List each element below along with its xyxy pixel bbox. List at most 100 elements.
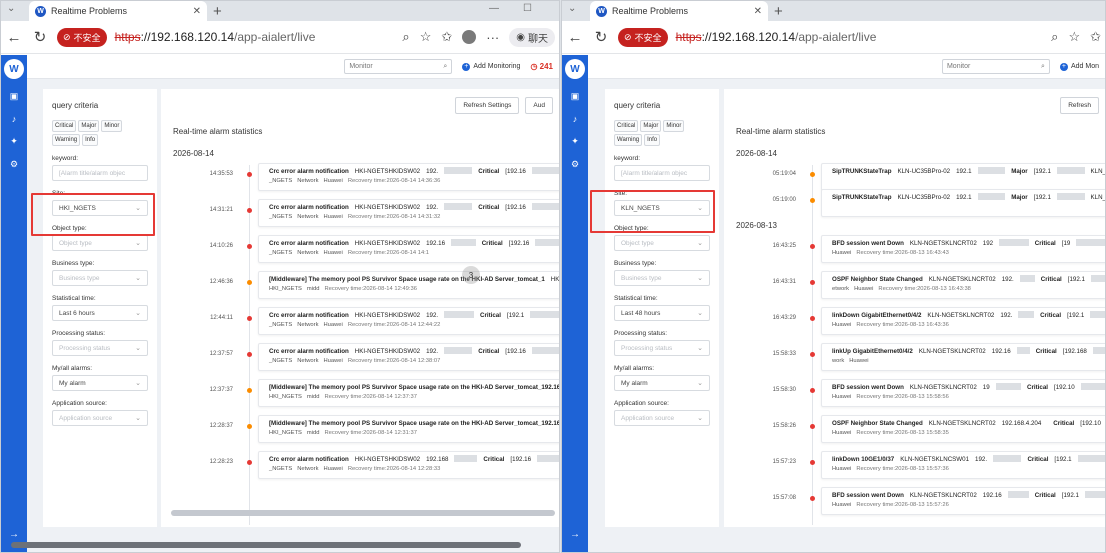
- tab-close-icon[interactable]: ✕: [754, 6, 762, 17]
- severity-warning-chip[interactable]: Warning: [614, 134, 643, 146]
- alarm-event-row[interactable]: 15:57:23 linkDown 10GE1/0/37 KLN-NGETSKLNC…: [724, 451, 1105, 480]
- tab-list-icon[interactable]: ⌄: [7, 3, 15, 14]
- refresh-button[interactable]: Refresh: [1060, 97, 1099, 114]
- alarm-event-row[interactable]: 05:19:04 SipTRUNKStateTrap KLN-UC35BPro-02…: [724, 163, 1105, 192]
- alarm-card[interactable]: [Middleware] The memory pool PS Survivor…: [258, 415, 559, 443]
- horizontal-scrollbar[interactable]: [171, 510, 555, 516]
- nav-alarm-bell-icon[interactable]: ♪: [12, 114, 17, 124]
- object-type-select[interactable]: Object type ⌄: [52, 235, 148, 251]
- new-tab-icon[interactable]: +: [774, 3, 783, 20]
- alarm-card[interactable]: linkDown GigabitEthernet0/4/2 KLN-NGETSKL…: [821, 307, 1105, 335]
- keyword-input[interactable]: [Alarm title/alarm objec: [52, 165, 148, 181]
- alarm-event-row[interactable]: 14:35:53 Crc error alarm notification HKI-…: [161, 163, 559, 192]
- alarm-card[interactable]: Crc error alarm notification HKI-NGETSHKI…: [258, 343, 559, 371]
- alarm-card[interactable]: Crc error alarm notification HKI-NGETSHKI…: [258, 307, 559, 335]
- alarm-event-row[interactable]: 16:43:25 BFD session went Down KLN-NGETSKL…: [724, 235, 1105, 264]
- not-secure-badge[interactable]: ⊘ 不安全: [57, 27, 107, 47]
- url-field[interactable]: https://192.168.120.14/app-aialert/live: [676, 30, 877, 44]
- severity-minor-chip[interactable]: Minor: [101, 120, 123, 132]
- new-tab-icon[interactable]: +: [213, 3, 222, 20]
- favorites-icon[interactable]: ✩: [441, 29, 452, 45]
- severity-critical-chip[interactable]: Critical: [52, 120, 77, 132]
- nav-gear-icon[interactable]: ⚙: [571, 159, 579, 170]
- alarm-event-row[interactable]: 12:37:37 [Middleware] The memory pool PS …: [161, 379, 559, 408]
- favorite-star-icon[interactable]: ☆: [1068, 29, 1080, 45]
- processing-status-select[interactable]: Processing status ⌄: [52, 340, 148, 356]
- severity-info-chip[interactable]: Info: [82, 134, 99, 146]
- alarm-event-row[interactable]: 15:57:08 BFD session went Down KLN-NGETSKL…: [724, 487, 1105, 516]
- my-all-alarms-select[interactable]: My alarm ⌄: [614, 375, 710, 391]
- tab-realtime-problems[interactable]: W Realtime Problems ✕: [29, 1, 207, 21]
- application-source-select[interactable]: Application source ⌄: [614, 410, 710, 426]
- keyword-input[interactable]: [Alarm title/alarm objec: [614, 165, 710, 181]
- alarm-event-row[interactable]: 12:44:11 Crc error alarm notification HKI-…: [161, 307, 559, 336]
- reload-icon[interactable]: ↻: [31, 28, 49, 46]
- severity-warning-chip[interactable]: Warning: [52, 134, 81, 146]
- alarm-card[interactable]: Crc error alarm notification HKI-NGETSHKI…: [258, 235, 559, 263]
- alarm-card[interactable]: [Middleware] The memory pool PS Survivor…: [258, 379, 559, 407]
- alarm-card[interactable]: linkDown 10GE1/0/37 KLN-NGETSKLNCSW01 192.…: [821, 451, 1105, 479]
- object-type-select[interactable]: Object type ⌄: [614, 235, 710, 251]
- favorites-icon[interactable]: ✩: [1090, 29, 1101, 45]
- alarm-card[interactable]: [Middleware] The memory pool PS Survivor…: [258, 271, 559, 299]
- alarm-event-row[interactable]: 14:31:21 Crc error alarm notification HKI-…: [161, 199, 559, 228]
- alarm-event-row[interactable]: 05:19:00 SipTRUNKStateTrap KLN-UC35BPro-02…: [724, 189, 1105, 218]
- expand-arrow-icon[interactable]: →: [9, 529, 19, 540]
- alarm-card[interactable]: linkUp GigabitEthernet0/4/2 KLN-NGETSKLNC…: [821, 343, 1105, 371]
- application-source-select[interactable]: Application source ⌄: [52, 410, 148, 426]
- severity-major-chip[interactable]: Major: [78, 120, 100, 132]
- alarm-event-row[interactable]: 15:58:26 OSPF Neighbor State Changed KLN-N…: [724, 415, 1105, 444]
- expand-arrow-icon[interactable]: →: [570, 529, 580, 540]
- alarm-card[interactable]: BFD session went Down KLN-NGETSKLNCRT02 19…: [821, 379, 1105, 407]
- refresh-settings-button[interactable]: Refresh Settings: [455, 97, 520, 114]
- severity-info-chip[interactable]: Info: [644, 134, 661, 146]
- tab-list-icon[interactable]: ⌄: [568, 3, 576, 14]
- alarm-card[interactable]: BFD session went Down KLN-NGETSKLNCRT02 19…: [821, 235, 1105, 263]
- alarm-event-row[interactable]: 12:37:57 Crc error alarm notification HKI-…: [161, 343, 559, 372]
- monitor-search-input[interactable]: Monitor ⌕: [344, 59, 453, 74]
- page-scrollbar[interactable]: [11, 542, 521, 548]
- reload-icon[interactable]: ↻: [592, 28, 610, 46]
- nav-monitor-icon[interactable]: ▣: [10, 91, 19, 102]
- alarm-event-row[interactable]: 12:46:36 [Middleware] The memory pool PS …: [161, 271, 559, 300]
- business-type-select[interactable]: Business type ⌄: [614, 270, 710, 286]
- nav-monitor-icon[interactable]: ▣: [571, 91, 580, 102]
- alarm-event-row[interactable]: 15:58:30 BFD session went Down KLN-NGETSKL…: [724, 379, 1105, 408]
- alarm-card[interactable]: Crc error alarm notification HKI-NGETSHKI…: [258, 199, 559, 227]
- statistical-time-select[interactable]: Last 6 hours ⌄: [52, 305, 148, 321]
- nav-settings-icon[interactable]: ✦: [10, 136, 18, 147]
- zoom-icon[interactable]: ⌕: [402, 29, 409, 45]
- nav-alarm-bell-icon[interactable]: ♪: [573, 114, 578, 124]
- alarm-event-row[interactable]: 12:28:37 [Middleware] The memory pool PS …: [161, 415, 559, 444]
- url-field[interactable]: https://192.168.120.14/app-aialert/live: [115, 30, 316, 44]
- alarm-card[interactable]: Crc error alarm notification HKI-NGETSHKI…: [258, 163, 559, 191]
- back-icon[interactable]: ←: [5, 29, 23, 46]
- minimize-icon[interactable]: —: [489, 3, 499, 14]
- statistical-time-select[interactable]: Last 48 hours ⌄: [614, 305, 710, 321]
- nav-settings-icon[interactable]: ✦: [571, 136, 579, 147]
- tab-realtime-problems[interactable]: W Realtime Problems ✕: [590, 1, 768, 21]
- alarm-event-row[interactable]: 15:58:33 linkUp GigabitEthernet0/4/2 KLN-N…: [724, 343, 1105, 372]
- maximize-icon[interactable]: ☐: [523, 3, 532, 14]
- not-secure-badge[interactable]: ⊘ 不安全: [618, 27, 668, 47]
- zoom-icon[interactable]: ⌕: [1051, 29, 1058, 45]
- alarm-card[interactable]: SipTRUNKStateTrap KLN-UC35BPro-02 192.1 Maj…: [821, 163, 1105, 191]
- alarm-card[interactable]: Crc error alarm notification HKI-NGETSHKI…: [258, 451, 559, 479]
- severity-minor-chip[interactable]: Minor: [663, 120, 685, 132]
- alarm-card[interactable]: OSPF Neighbor State Changed KLN-NGETSKLNC…: [821, 271, 1105, 299]
- alarm-card[interactable]: SipTRUNKStateTrap KLN-UC35BPro-02 192.1 Maj…: [821, 189, 1105, 217]
- alarm-event-row[interactable]: 14:10:26 Crc error alarm notification HKI-…: [161, 235, 559, 264]
- my-all-alarms-select[interactable]: My alarm ⌄: [52, 375, 148, 391]
- add-monitoring-button[interactable]: + Add Mon: [1059, 62, 1099, 71]
- audit-button[interactable]: Aud: [525, 97, 553, 114]
- app-logo-icon[interactable]: W: [565, 59, 585, 79]
- favorite-star-icon[interactable]: ☆: [420, 29, 432, 45]
- monitor-search-input[interactable]: Monitor ⌕: [941, 59, 1050, 74]
- severity-critical-chip[interactable]: Critical: [614, 120, 639, 132]
- tab-close-icon[interactable]: ✕: [193, 6, 201, 17]
- app-logo-icon[interactable]: W: [4, 59, 24, 79]
- processing-status-select[interactable]: Processing status ⌄: [614, 340, 710, 356]
- back-icon[interactable]: ←: [566, 29, 584, 46]
- alarm-card[interactable]: OSPF Neighbor State Changed KLN-NGETSKLNC…: [821, 415, 1105, 443]
- business-type-select[interactable]: Business type ⌄: [52, 270, 148, 286]
